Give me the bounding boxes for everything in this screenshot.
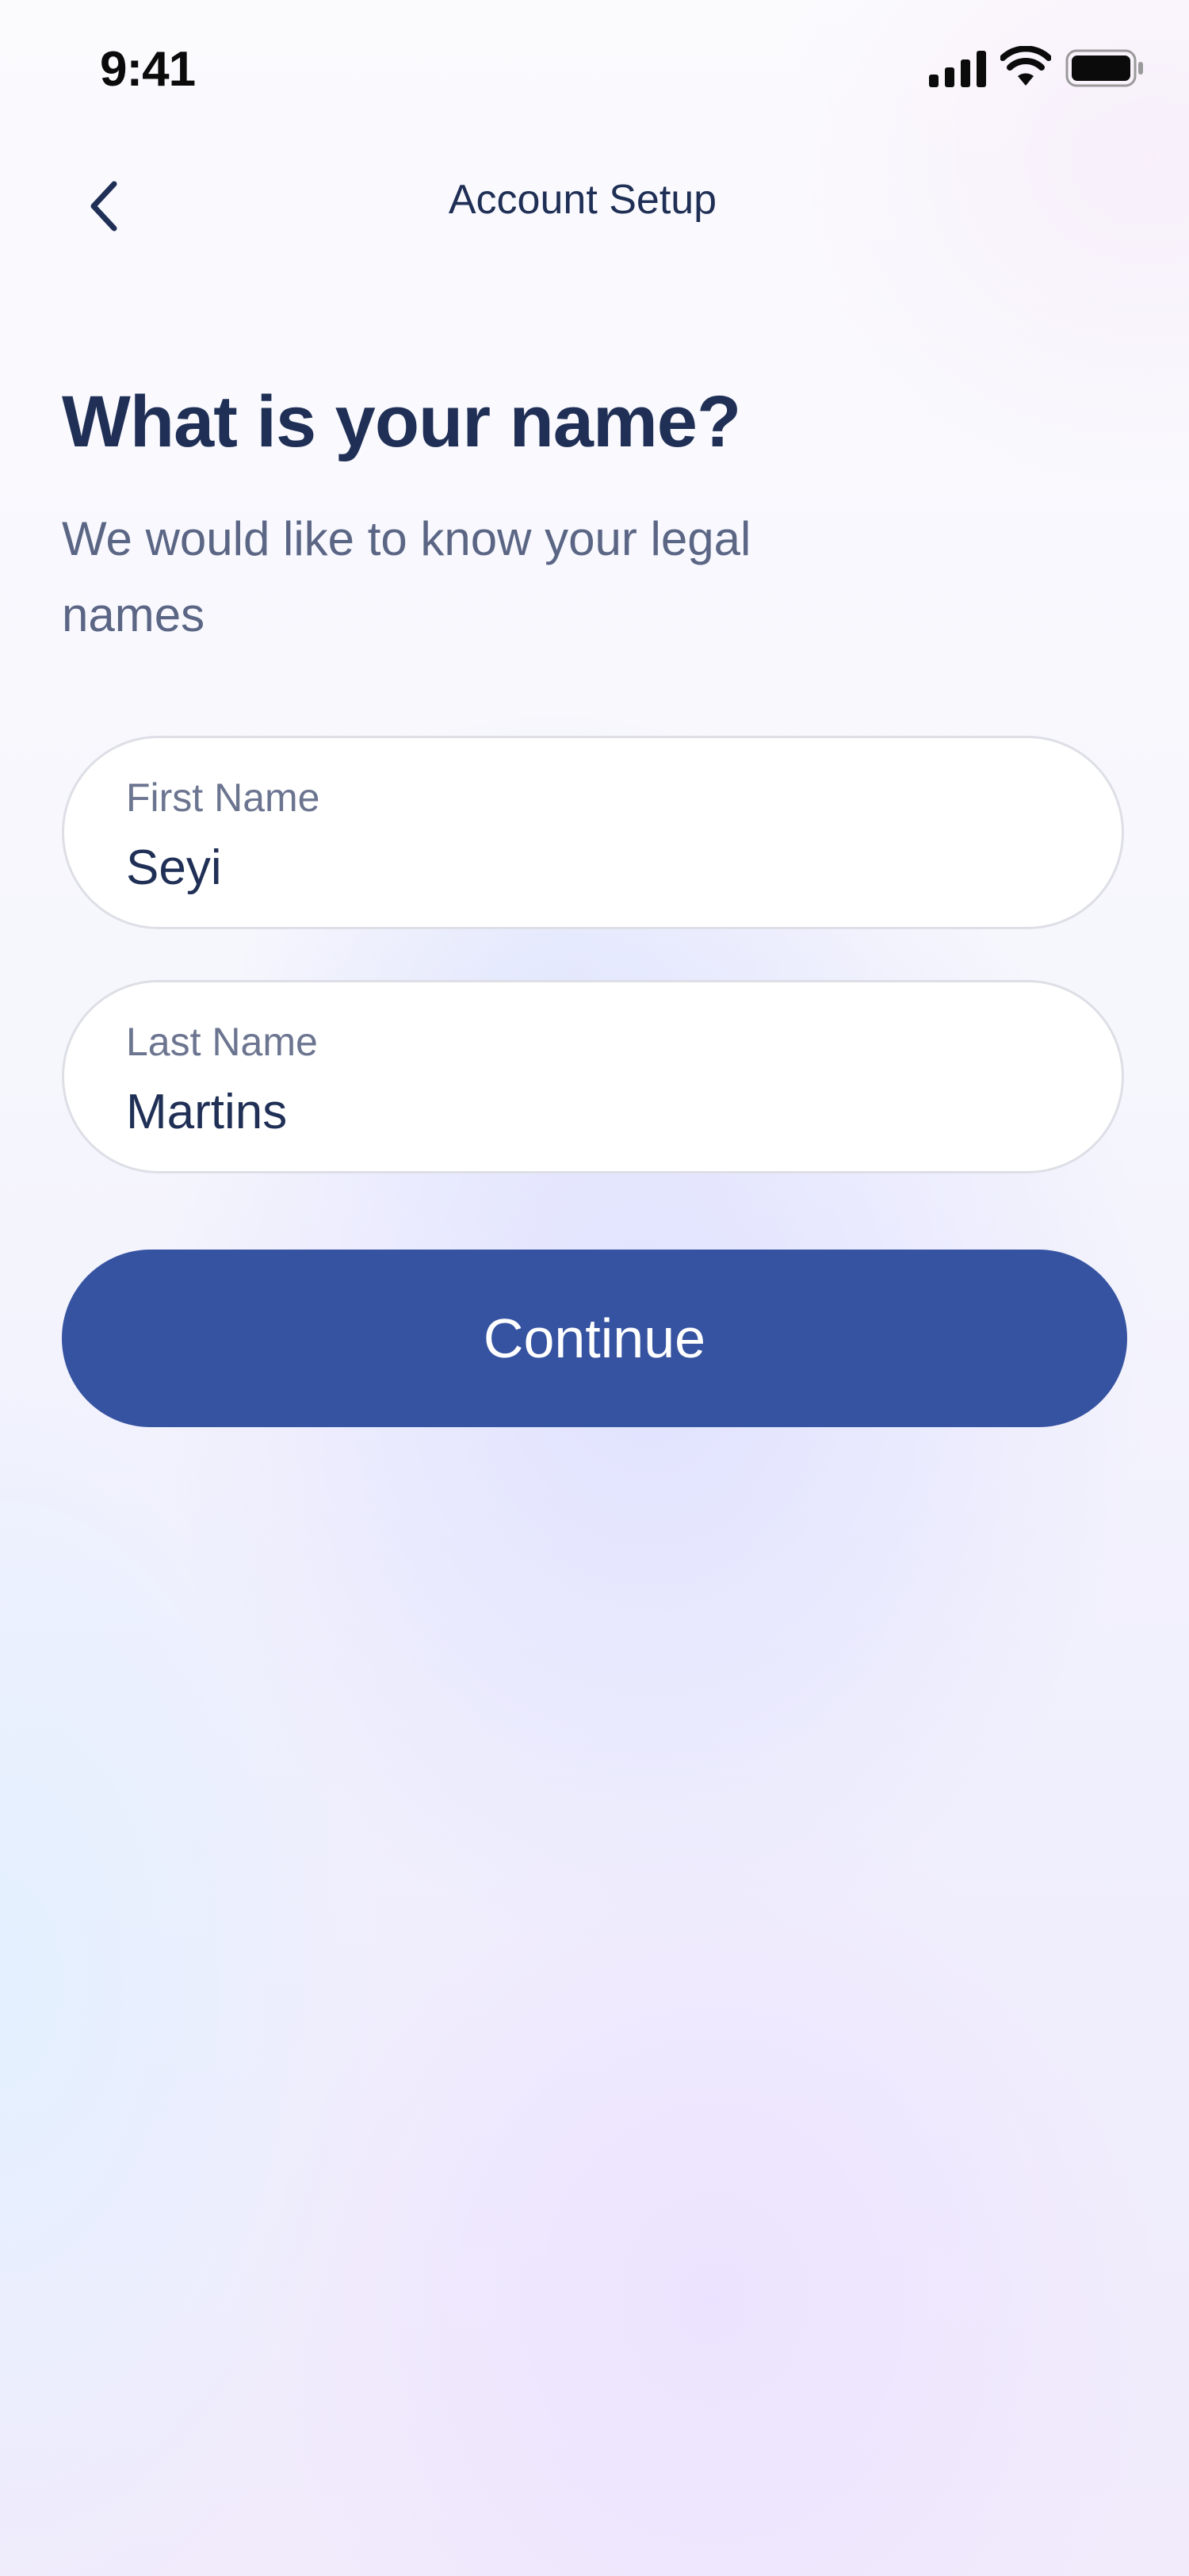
nav-title: Account Setup bbox=[448, 177, 717, 223]
status-time: 9:41 bbox=[100, 42, 196, 97]
continue-button[interactable]: Continue bbox=[62, 1250, 1127, 1427]
last-name-label: Last Name bbox=[126, 1020, 318, 1064]
last-name-input[interactable] bbox=[126, 1084, 1061, 1140]
wifi-icon bbox=[1000, 46, 1051, 86]
status-bar: 9:41 bbox=[0, 0, 1189, 143]
battery-icon bbox=[1065, 49, 1143, 87]
last-name-field[interactable]: Last Name bbox=[62, 980, 1124, 1173]
page-title: What is your name? bbox=[62, 381, 741, 462]
signal-icon bbox=[929, 51, 986, 87]
first-name-input[interactable] bbox=[126, 840, 1061, 896]
screen: 9:41 Account Setup What is your name? We… bbox=[0, 0, 1189, 2576]
page-subtitle: We would like to know your legal names bbox=[62, 512, 751, 641]
nav-bar: Account Setup bbox=[0, 159, 1189, 254]
first-name-label: First Name bbox=[126, 775, 320, 820]
first-name-field[interactable]: First Name bbox=[62, 736, 1124, 929]
